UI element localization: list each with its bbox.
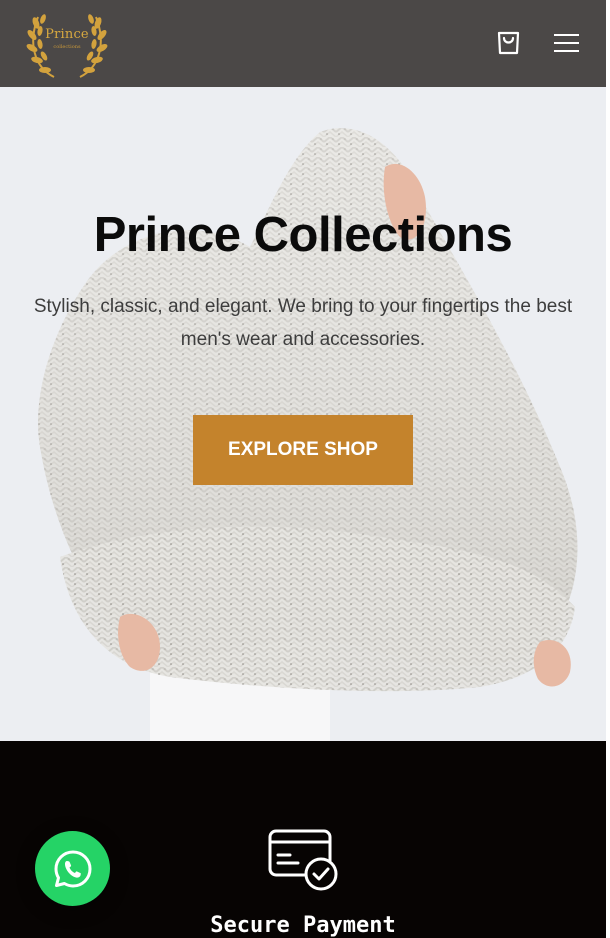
logo-title: Prince	[45, 27, 89, 42]
explore-shop-button[interactable]: EXPLORE SHOP	[193, 415, 413, 485]
hero-title: Prince Collections	[93, 208, 513, 262]
hero-subtitle: Stylish, classic, and elegant. We bring …	[33, 296, 573, 350]
hero-sweater-image	[38, 128, 578, 741]
credit-card-check-icon	[268, 829, 338, 891]
logo-subtitle: collections	[53, 44, 81, 50]
cart-button[interactable]	[495, 29, 522, 56]
feature-title: Secure Payment	[210, 913, 396, 938]
shopping-bag-icon	[497, 31, 520, 55]
hamburger-menu-icon	[554, 34, 579, 52]
menu-button[interactable]	[552, 30, 582, 56]
whatsapp-icon	[54, 850, 91, 887]
laurel-wreath-icon	[26, 14, 108, 78]
brand-logo[interactable]: Prince collections	[24, 3, 110, 83]
scrollbar-gutter	[606, 0, 610, 938]
site-header: Prince collections	[0, 0, 606, 87]
whatsapp-chat-button[interactable]	[35, 831, 110, 906]
hero-section: Prince Collections Stylish, classic, and…	[0, 87, 606, 741]
